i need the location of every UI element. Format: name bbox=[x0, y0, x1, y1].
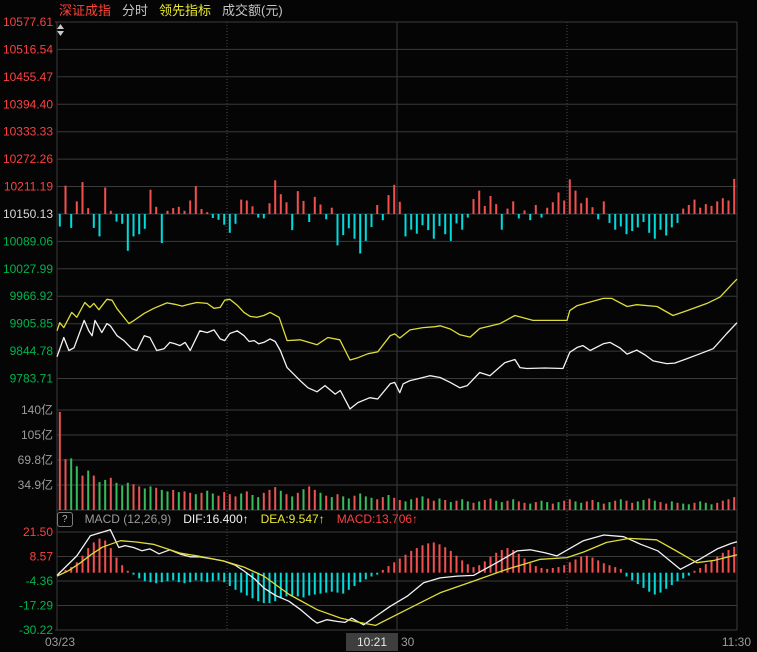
svg-text:11:30: 11:30 bbox=[722, 635, 751, 649]
svg-text:34.9亿: 34.9亿 bbox=[18, 477, 53, 492]
svg-text:140亿: 140亿 bbox=[21, 402, 53, 417]
turnover-label: 成交额(元) bbox=[222, 3, 283, 19]
svg-text:10:21: 10:21 bbox=[357, 635, 387, 649]
svg-text:21.50: 21.50 bbox=[23, 525, 53, 539]
svg-text:9966.92: 9966.92 bbox=[10, 289, 54, 303]
svg-text:10089.06: 10089.06 bbox=[3, 234, 53, 248]
x-axis-labels: 03/23 10:21 30 11:30 bbox=[45, 633, 751, 651]
svg-text:10211.19: 10211.19 bbox=[4, 180, 53, 194]
svg-text:10333.33: 10333.33 bbox=[3, 125, 53, 139]
svg-text:69.8亿: 69.8亿 bbox=[18, 452, 53, 467]
svg-text:-4.36: -4.36 bbox=[26, 574, 54, 588]
dea-value: DEA:9.547↑ bbox=[261, 511, 325, 527]
svg-text:9783.71: 9783.71 bbox=[10, 372, 54, 386]
tab-minute[interactable]: 分时 bbox=[122, 3, 148, 19]
svg-text:10455.47: 10455.47 bbox=[3, 70, 53, 84]
svg-text:10577.61: 10577.61 bbox=[3, 15, 53, 29]
scroll-arrows-icon[interactable] bbox=[57, 24, 64, 36]
svg-text:10150.13: 10150.13 bbox=[3, 207, 53, 221]
crosshair-time-box: 10:21 bbox=[346, 633, 398, 651]
index-name-label: 深证成指 bbox=[59, 3, 111, 19]
tab-leading-indicator[interactable]: 领先指标 bbox=[159, 3, 211, 19]
svg-text:30: 30 bbox=[401, 635, 415, 649]
help-icon[interactable]: ? bbox=[57, 512, 73, 527]
svg-text:10272.26: 10272.26 bbox=[3, 152, 53, 166]
svg-text:10027.99: 10027.99 bbox=[3, 262, 53, 276]
svg-text:10516.54: 10516.54 bbox=[3, 42, 53, 56]
macd-params-label: MACD (12,26,9) bbox=[85, 511, 172, 527]
dif-value: DIF:16.400↑ bbox=[183, 511, 248, 527]
svg-text:9905.85: 9905.85 bbox=[10, 317, 54, 331]
chart-canvas[interactable]: 10577.61 10516.54 10455.47 10394.40 10333.33… bbox=[0, 0, 757, 652]
svg-text:10394.40: 10394.40 bbox=[3, 97, 53, 111]
svg-text:8.57: 8.57 bbox=[30, 550, 54, 564]
chart-header: 深证成指 分时 领先指标 成交额(元) bbox=[59, 3, 283, 19]
svg-text:9844.78: 9844.78 bbox=[10, 344, 54, 358]
macd-value: MACD:13.706↑ bbox=[337, 511, 418, 527]
macd-header: ? MACD (12,26,9) DIF:16.400↑ DEA:9.547↑ … bbox=[57, 511, 418, 527]
svg-text:105亿: 105亿 bbox=[21, 427, 53, 442]
svg-text:03/23: 03/23 bbox=[45, 635, 75, 649]
stock-minute-chart-app: { "window": {"width": 757, "height": 652… bbox=[0, 0, 757, 652]
svg-text:-17.29: -17.29 bbox=[19, 599, 53, 613]
